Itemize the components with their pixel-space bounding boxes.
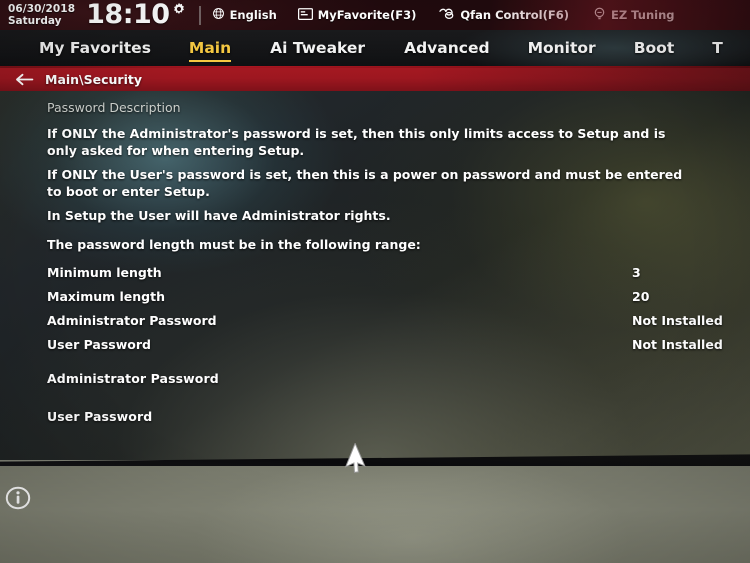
bios-screen: 06/30/2018 Saturday 18:10 English MyFavo…	[0, 0, 750, 563]
ez-tuning-button[interactable]: EZ Tuning	[593, 7, 675, 24]
bulb-icon	[593, 7, 606, 24]
description-text: In Setup the User will have Administrato…	[47, 208, 391, 223]
row-administrator-password-status: Administrator Password Not Installed	[47, 313, 737, 329]
top-info-bar: 06/30/2018 Saturday 18:10 English MyFavo…	[0, 0, 750, 30]
tab-ai-tweaker[interactable]: Ai Tweaker	[270, 39, 365, 58]
ez-tuning-label: EZ Tuning	[610, 8, 675, 22]
bottom-area	[0, 466, 750, 563]
fan-icon	[438, 7, 455, 23]
row-minimum-length: Minimum length 3	[47, 265, 737, 281]
tab-boot[interactable]: Boot	[634, 39, 675, 58]
description-paragraph-1: If ONLY the Administrator's password is …	[47, 126, 737, 159]
main-menu-bar: My Favorites Main Ai Tweaker Advanced Mo…	[0, 30, 750, 66]
time-label: 18:10	[86, 0, 170, 30]
myfavorite-button[interactable]: MyFavorite(F3)	[297, 7, 417, 23]
mouse-pointer-icon	[341, 442, 371, 481]
row-value: 3	[632, 265, 641, 280]
qfan-control-button[interactable]: Qfan Control(F6)	[438, 7, 569, 23]
page-title: Password Description	[47, 100, 181, 115]
topbar-divider	[198, 5, 201, 25]
status-badge: Not Installed	[632, 337, 723, 352]
row-value: 20	[632, 289, 650, 304]
status-badge: Not Installed	[632, 313, 723, 328]
menu-item-user-password[interactable]: User Password	[47, 409, 737, 425]
section-title-row: Password Description	[47, 100, 737, 116]
qfan-label: Qfan Control(F6)	[460, 8, 569, 22]
language-label: English	[229, 8, 277, 22]
menu-item-label: Administrator Password	[47, 371, 219, 386]
description-text: If ONLY the User's password is set, then…	[47, 167, 683, 199]
myfavorite-label: MyFavorite(F3)	[317, 8, 417, 22]
row-maximum-length: Maximum length 20	[47, 289, 737, 305]
tab-main[interactable]: Main	[188, 39, 232, 62]
settings-list: Password Description If ONLY the Adminis…	[47, 100, 737, 425]
window-icon	[297, 7, 313, 23]
description-paragraph-4: The password length must be in the follo…	[47, 237, 737, 254]
menu-item-label: User Password	[47, 409, 153, 424]
day-label: Saturday	[8, 15, 62, 27]
tab-my-favorites[interactable]: My Favorites	[39, 39, 151, 58]
content-pane: Password Description If ONLY the Adminis…	[0, 91, 750, 460]
menu-item-administrator-password[interactable]: Administrator Password	[47, 371, 737, 387]
tab-monitor[interactable]: Monitor	[528, 39, 596, 58]
date-label: 06/30/2018	[8, 3, 76, 15]
tab-tool[interactable]: T	[712, 39, 723, 58]
description-text: The password length must be in the follo…	[47, 236, 421, 252]
date-time-block: 06/30/2018 Saturday 18:10	[8, 1, 186, 29]
info-icon[interactable]	[5, 485, 31, 515]
tab-advanced[interactable]: Advanced	[404, 39, 490, 58]
globe-icon	[212, 7, 225, 23]
row-user-password-status: User Password Not Installed	[47, 337, 737, 353]
description-text: If ONLY the Administrator's password is …	[47, 126, 666, 158]
back-arrow-icon[interactable]	[15, 73, 34, 86]
gear-icon[interactable]	[172, 1, 186, 20]
description-paragraph-3: In Setup the User will have Administrato…	[47, 208, 737, 225]
breadcrumb-bar[interactable]: Main\Security	[0, 68, 750, 91]
description-paragraph-2: If ONLY the User's password is set, then…	[47, 167, 737, 200]
breadcrumb: Main\Security	[45, 72, 142, 87]
language-selector[interactable]: English	[212, 7, 277, 23]
